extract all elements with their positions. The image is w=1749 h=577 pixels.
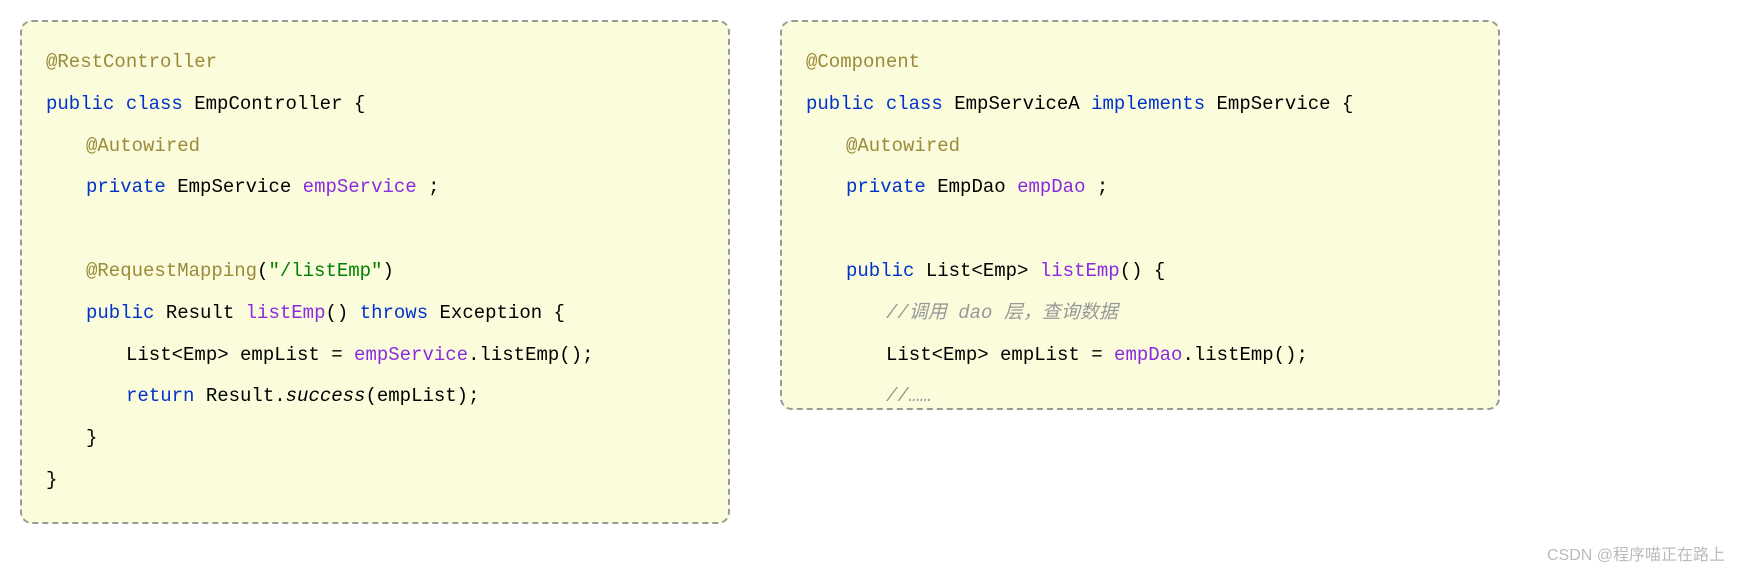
text: (empList);	[365, 385, 479, 407]
class-name: EmpServiceA	[954, 93, 1079, 115]
code-line: @Component	[806, 42, 1474, 84]
keyword: public	[806, 93, 874, 115]
code-container: @RestController public class EmpControll…	[20, 20, 1729, 524]
type: EmpDao	[937, 176, 1005, 198]
string: "/listEmp"	[268, 260, 382, 282]
interface: EmpService {	[1217, 93, 1354, 115]
keyword: throws	[360, 302, 428, 324]
watermark: CSDN @程序喵正在路上	[1547, 541, 1725, 565]
code-line: public class EmpServiceA implements EmpS…	[806, 84, 1474, 126]
blank-line	[46, 209, 704, 251]
brace: }	[86, 427, 97, 449]
parens: ()	[325, 302, 348, 324]
keyword: class	[886, 93, 943, 115]
method: listEmp	[246, 302, 326, 324]
keyword: public	[846, 260, 914, 282]
code-line: //……	[806, 376, 1474, 410]
class-name: EmpController {	[194, 93, 365, 115]
annotation: @Autowired	[86, 135, 200, 157]
code-line: @Autowired	[46, 126, 704, 168]
comment: //……	[886, 385, 932, 407]
code-line: @Autowired	[806, 126, 1474, 168]
text: Result.	[194, 385, 285, 407]
code-line: List<Emp> empList = empDao.listEmp();	[806, 335, 1474, 377]
keyword: private	[846, 176, 926, 198]
text: ;	[1085, 176, 1108, 198]
paren: )	[382, 260, 393, 282]
annotation: @Autowired	[846, 135, 960, 157]
code-line: public Result listEmp() throws Exception…	[46, 293, 704, 335]
text: List<Emp> empList =	[126, 344, 354, 366]
keyword: public	[46, 93, 114, 115]
code-line: List<Emp> empList = empService.listEmp()…	[46, 335, 704, 377]
text: () {	[1120, 260, 1166, 282]
code-line: return Result.success(empList);	[46, 376, 704, 418]
blank-line	[806, 209, 1474, 251]
text: ;	[417, 176, 440, 198]
annotation: @RequestMapping	[86, 260, 257, 282]
field: empDao	[1114, 344, 1182, 366]
paren: (	[257, 260, 268, 282]
type: Exception {	[440, 302, 565, 324]
keyword: return	[126, 385, 194, 407]
code-line: private EmpDao empDao ;	[806, 167, 1474, 209]
keyword: public	[86, 302, 154, 324]
code-line: @RestController	[46, 42, 704, 84]
left-code-box: @RestController public class EmpControll…	[20, 20, 730, 524]
comment: //调用 dao 层，查询数据	[886, 302, 1118, 324]
text: .listEmp();	[1182, 344, 1307, 366]
field: empService	[354, 344, 468, 366]
annotation: @Component	[806, 51, 920, 73]
code-line: public class EmpController {	[46, 84, 704, 126]
text: List<Emp> empList =	[886, 344, 1114, 366]
code-line: public List<Emp> listEmp() {	[806, 251, 1474, 293]
type: EmpService	[177, 176, 291, 198]
type: Result	[166, 302, 234, 324]
code-line: //调用 dao 层，查询数据	[806, 293, 1474, 335]
code-line: private EmpService empService ;	[46, 167, 704, 209]
keyword: private	[86, 176, 166, 198]
method: listEmp	[1040, 260, 1120, 282]
type: List<Emp>	[926, 260, 1029, 282]
keyword: implements	[1091, 93, 1205, 115]
right-code-box: @Component public class EmpServiceA impl…	[780, 20, 1500, 410]
code-line: }	[46, 418, 704, 460]
method: success	[286, 385, 366, 407]
field: empDao	[1017, 176, 1085, 198]
text: .listEmp();	[468, 344, 593, 366]
brace: }	[46, 469, 57, 491]
keyword: class	[126, 93, 183, 115]
code-line: @RequestMapping("/listEmp")	[46, 251, 704, 293]
annotation: @RestController	[46, 51, 217, 73]
code-line: }	[46, 460, 704, 502]
field: empService	[303, 176, 417, 198]
